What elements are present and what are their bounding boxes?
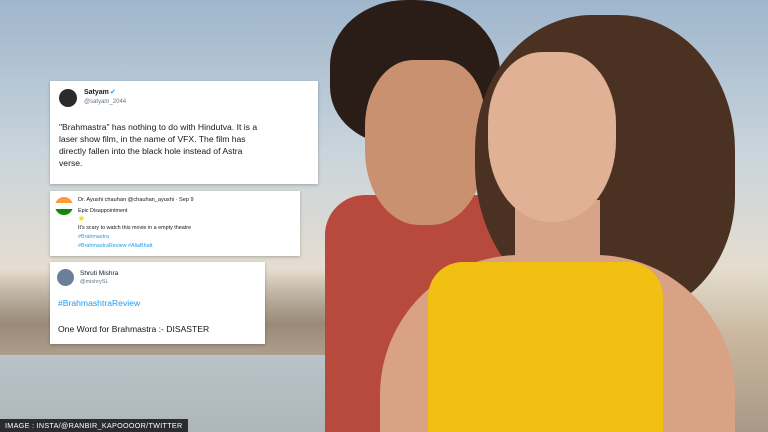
star-icon: ⭐ xyxy=(78,216,85,222)
tweet-text-line: verse. xyxy=(59,158,83,168)
hashtag-link[interactable]: #BrahmastraReview #AliaBhatt xyxy=(78,243,153,249)
woman-face xyxy=(488,52,616,222)
tweet-header[interactable]: Dr. Ayushi chauhan @chauhan_ayushi · Sep… xyxy=(78,197,194,203)
tweet-card-satyam: Satyam ✔ @satyam_2044 "Brahmastra" has n… xyxy=(50,81,318,184)
tweet-text-line: directly fallen into the black hole inst… xyxy=(59,146,243,156)
woman-yellow-top xyxy=(428,262,663,432)
tweet-username[interactable]: Shruti Mishra xyxy=(80,270,118,277)
man-face xyxy=(365,60,485,225)
tweet-handle[interactable]: @satyam_2044 xyxy=(84,99,126,105)
avatar[interactable] xyxy=(55,197,73,215)
verified-icon: ✔ xyxy=(110,89,116,96)
avatar[interactable] xyxy=(59,89,77,107)
avatar[interactable] xyxy=(57,269,74,286)
tweet-card-shruti: Shruti Mishra @mishrySL #BrahmashtraRevi… xyxy=(50,262,265,344)
tweet-text-line: laser show film, in the name of VFX. The… xyxy=(59,134,246,144)
tweet-text-line: It's scary to watch this movie in a empt… xyxy=(78,225,192,231)
hashtag-link[interactable]: #Brahmastra xyxy=(78,234,109,240)
tweet-text-line: One Word for Brahmastra :- DISASTER xyxy=(58,324,210,334)
tweet-handle[interactable]: @mishrySL xyxy=(80,279,109,285)
tweet-username[interactable]: Satyam xyxy=(84,89,109,96)
tweet-card-ayushi: Dr. Ayushi chauhan @chauhan_ayushi · Sep… xyxy=(50,191,300,256)
image-credit: IMAGE : INSTA/@RANBIR_KAPOOOOR/TWITTER xyxy=(0,419,188,432)
hashtag-link[interactable]: #BrahmashtraReview xyxy=(58,298,140,308)
tweet-text-line: Epic Disappointment xyxy=(78,208,128,214)
tweet-text-line: "Brahmastra" has nothing to do with Hind… xyxy=(59,122,258,132)
